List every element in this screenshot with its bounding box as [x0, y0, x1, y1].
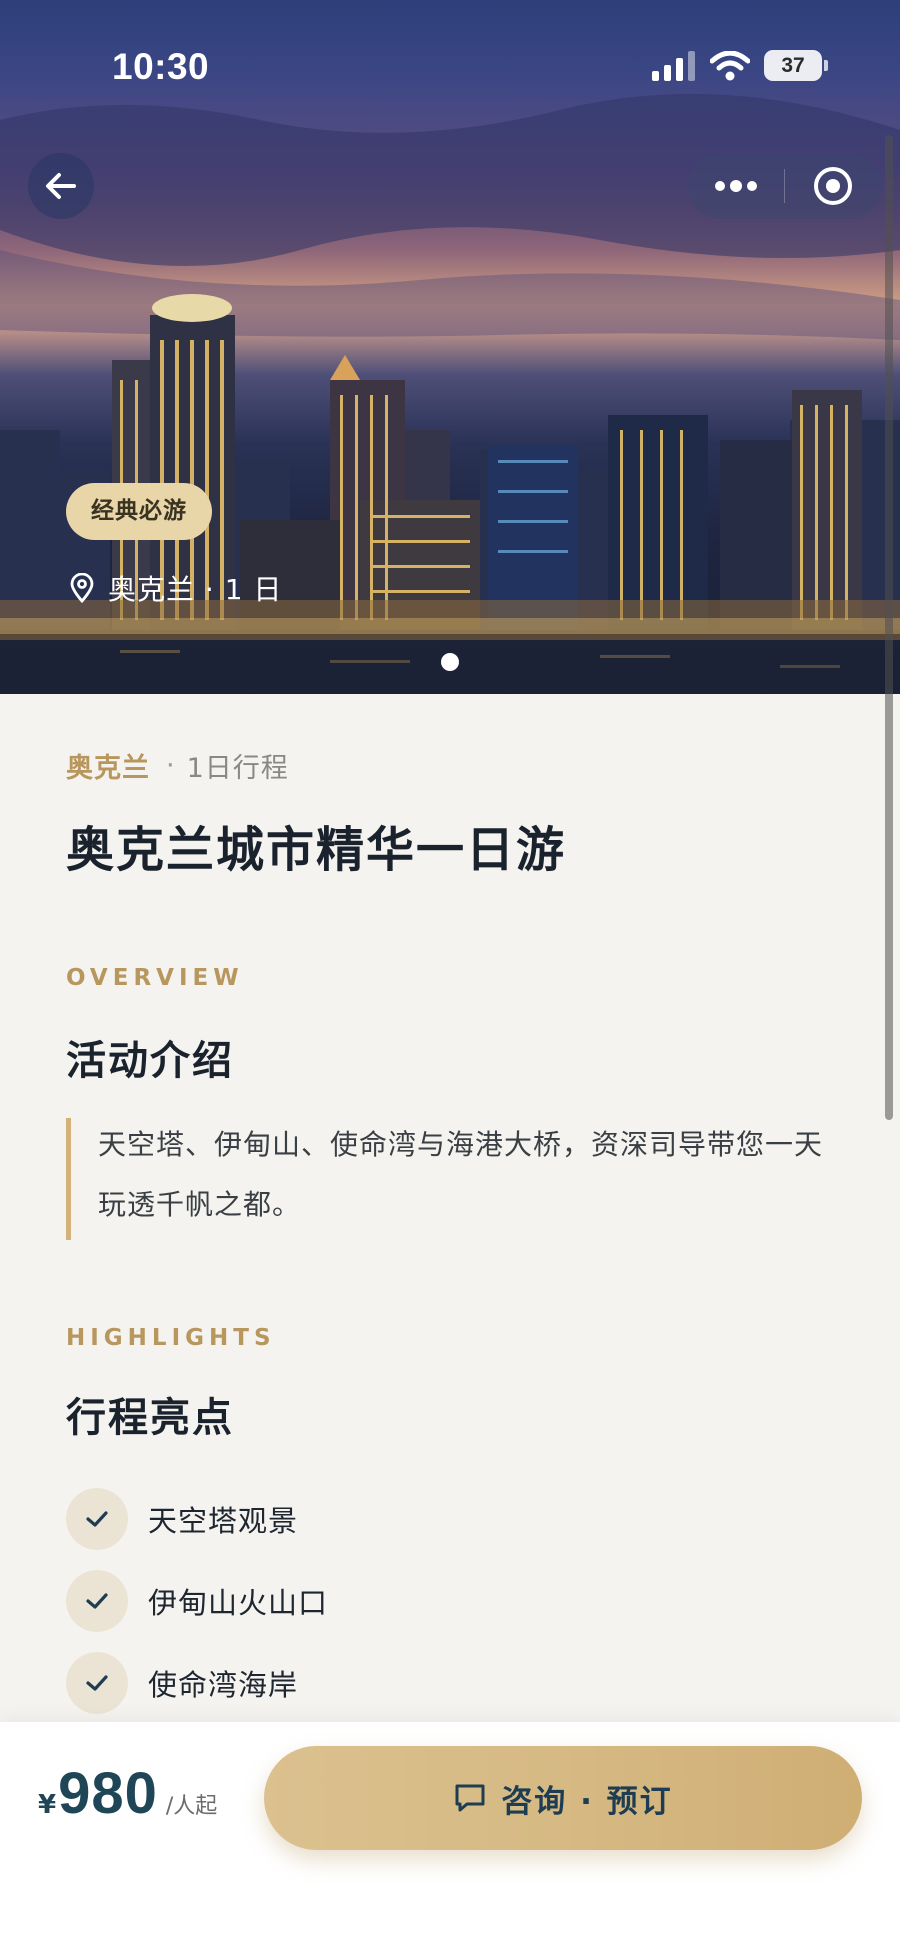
- meta-separator: ·: [166, 750, 175, 781]
- battery-indicator: 37: [764, 50, 828, 81]
- hero-location-text: 奥克兰 · 1 日: [108, 573, 283, 606]
- highlights-kicker: HIGHLIGHTS: [66, 1325, 276, 1351]
- overview-quote: 天空塔、伊甸山、使命湾与海港大桥，资深司导带您一天玩透千帆之都。: [66, 1118, 846, 1240]
- list-item: 伊甸山火山口: [66, 1560, 328, 1642]
- meta-duration: 1日行程: [186, 753, 289, 784]
- meta-line: 奥克兰 · 1日行程: [66, 746, 289, 785]
- hero-location: 奥克兰 · 1 日: [70, 568, 282, 608]
- price-unit: /人起: [165, 1794, 218, 1819]
- scrollbar[interactable]: [885, 135, 893, 1120]
- status-icons: 37: [652, 50, 828, 81]
- close-program-button[interactable]: [785, 153, 881, 219]
- highlight-label: 天空塔观景: [148, 1504, 299, 1538]
- highlight-label: 使命湾海岸: [148, 1668, 299, 1702]
- page-title: 奥克兰城市精华一日游: [66, 822, 567, 878]
- check-icon: [66, 1570, 128, 1632]
- highlight-label: 伊甸山火山口: [148, 1586, 329, 1620]
- carousel-indicator[interactable]: [441, 653, 459, 671]
- price-currency: ¥: [38, 1790, 57, 1820]
- target-icon: [814, 167, 852, 205]
- consult-book-button[interactable]: 咨询 · 预订: [264, 1746, 862, 1850]
- more-button[interactable]: [688, 153, 784, 219]
- wifi-icon: [710, 50, 750, 80]
- list-item: 天空塔观景: [66, 1478, 328, 1560]
- overview-kicker: OVERVIEW: [66, 965, 244, 991]
- hero-image: 10:30 37 经典必游 奥克兰 · 1 日: [0, 0, 900, 694]
- mini-program-capsule: [688, 153, 882, 219]
- highlights-title: 行程亮点: [66, 1395, 234, 1441]
- check-icon: [66, 1652, 128, 1714]
- price-value: 980: [58, 1761, 158, 1826]
- chat-bubble-icon: [455, 1784, 485, 1812]
- consult-book-label: 咨询 · 预订: [501, 1783, 673, 1820]
- back-button[interactable]: [28, 153, 94, 219]
- list-item: 使命湾海岸: [66, 1642, 328, 1724]
- price: ¥ 980 /人起: [38, 1760, 217, 1827]
- tag-badge: 经典必游: [66, 483, 212, 540]
- highlights-list: 天空塔观景 伊甸山火山口 使命湾海岸: [66, 1478, 328, 1724]
- signal-icon: [652, 50, 695, 81]
- arrow-left-icon: [46, 173, 76, 199]
- status-time: 10:30: [112, 46, 210, 87]
- overview-title: 活动介绍: [66, 1038, 234, 1084]
- meta-city: 奥克兰: [66, 753, 150, 784]
- location-pin-icon: [70, 573, 94, 603]
- overview-description: 天空塔、伊甸山、使命湾与海港大桥，资深司导带您一天玩透千帆之都。: [98, 1128, 824, 1221]
- more-dots-icon: [715, 180, 757, 192]
- check-icon: [66, 1488, 128, 1550]
- bottom-action-bar: ¥ 980 /人起 咨询 · 预订: [0, 1722, 900, 1951]
